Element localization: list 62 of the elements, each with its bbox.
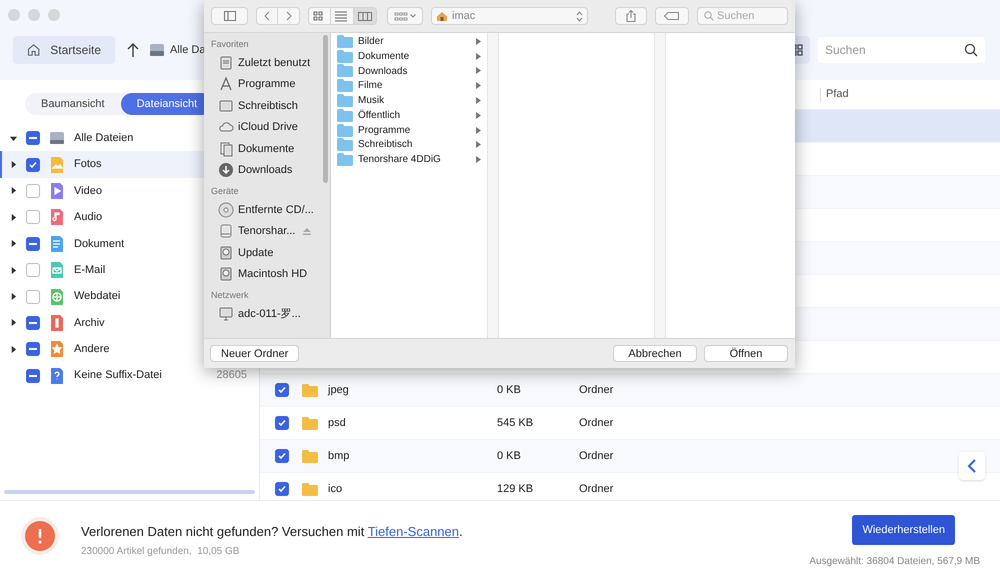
- folder-item[interactable]: Programme: [331, 122, 487, 138]
- search-bar[interactable]: Suchen: [697, 7, 788, 25]
- folder-item[interactable]: Downloads: [331, 64, 487, 78]
- file-type: Ordner: [579, 482, 614, 497]
- folder-item[interactable]: Filme: [331, 78, 487, 94]
- new-folder-button[interactable]: Neuer Ordner: [210, 345, 300, 362]
- not-found-message: Verlorenen Daten nicht gefunden? Versuchen mit Tiefen-Scannen.: [81, 523, 463, 541]
- sidebar-item[interactable]: adc-011-罗...: [211, 303, 330, 324]
- search-field[interactable]: Suchen: [825, 41, 964, 59]
- folder-item[interactable]: Tenorshare 4DDiG: [331, 152, 487, 168]
- selection-summary: Ausgewählt: 36804 Dateien, 567,9 MB: [809, 555, 980, 569]
- file-size: 129 KB: [497, 482, 534, 497]
- tree-label: Archiv: [74, 316, 105, 331]
- file-size: 545 KB: [497, 416, 534, 431]
- file-size: 0 KB: [497, 448, 522, 464]
- file-type: Ordner: [579, 448, 614, 464]
- search-field[interactable]: Suchen: [717, 8, 781, 24]
- cancel-button[interactable]: Abbrechen: [613, 345, 697, 362]
- sidebar-heading: Geräte: [211, 185, 240, 198]
- search-bar[interactable]: Suchen: [818, 37, 985, 63]
- tree-label: Webdatei: [74, 289, 120, 304]
- sidebar-item[interactable]: Schreibtisch: [211, 95, 330, 116]
- file-type: Ordner: [579, 382, 614, 398]
- tree-label: Alle Dateien: [74, 130, 134, 146]
- file-name: jpeg: [328, 382, 350, 398]
- deep-scan-link[interactable]: Tiefen-Scannen: [368, 524, 460, 539]
- tree-label: Dokument: [74, 236, 124, 252]
- folder-item[interactable]: Schreibtisch: [331, 138, 487, 152]
- sidebar-item[interactable]: iCloud Drive: [211, 116, 330, 138]
- view-tab[interactable]: Baumansicht: [25, 93, 121, 115]
- sidebar-item[interactable]: Update: [211, 242, 330, 264]
- folder-item[interactable]: Musik: [331, 93, 487, 108]
- column-header[interactable]: Pfad: [826, 86, 849, 103]
- file-name: ico: [328, 482, 344, 497]
- home-button[interactable]: Startseite: [13, 36, 115, 64]
- tree-label: Video: [74, 184, 102, 199]
- tree-item[interactable]: Keine Suffix-Datei 28605: [0, 362, 259, 389]
- table-row[interactable]: jpeg 0 KB Ordner: [260, 374, 1000, 407]
- found-summary: 230000 Artikel gefunden, 10,05 GB: [81, 544, 240, 558]
- sidebar-heading: Netzwerk: [211, 289, 250, 302]
- folder-item[interactable]: Bilder: [331, 34, 487, 49]
- sidebar-item[interactable]: Zuletzt benutzt: [211, 52, 330, 74]
- file-name: bmp: [328, 448, 350, 464]
- sidebar-item[interactable]: Macintosh HD: [211, 264, 330, 285]
- tree-label: Fotos: [74, 157, 102, 172]
- sidebar-item[interactable]: Entfernte CD/...: [211, 199, 330, 220]
- tree-label: Keine Suffix-Datei: [74, 368, 162, 384]
- table-row[interactable]: bmp 0 KB Ordner: [260, 440, 1000, 473]
- tree-label: Audio: [74, 210, 102, 226]
- sidebar-item[interactable]: Programme: [211, 74, 330, 95]
- recover-button[interactable]: Wiederherstellen: [852, 515, 955, 545]
- folder-item[interactable]: Öffentlich: [331, 108, 487, 123]
- tree-label: Andere: [74, 342, 110, 358]
- folder-item[interactable]: Dokumente: [331, 48, 487, 64]
- item-count: 28605: [216, 368, 247, 384]
- sidebar-heading: Favoriten: [211, 38, 250, 52]
- file-type: Ordner: [579, 416, 614, 431]
- open-button[interactable]: Öffnen: [704, 345, 788, 362]
- tree-label: E-Mail: [74, 262, 106, 278]
- sidebar-item[interactable]: Tenorshar...: [211, 220, 330, 242]
- file-name: psd: [328, 416, 347, 431]
- file-size: 0 KB: [497, 382, 522, 398]
